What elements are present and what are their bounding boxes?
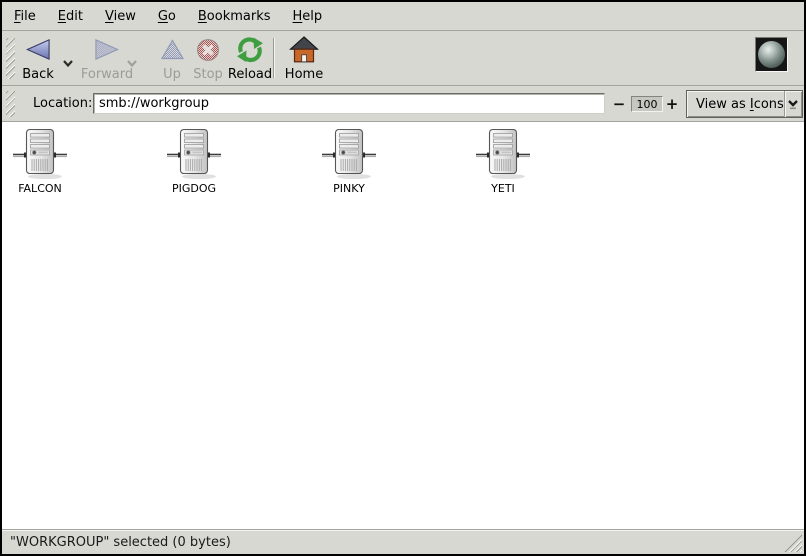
reload-label: Reload (228, 67, 272, 82)
server-icon (166, 128, 222, 180)
home-icon (289, 36, 319, 63)
stop-button[interactable]: Stop (188, 33, 228, 84)
up-button[interactable]: Up (152, 33, 192, 84)
stop-icon (196, 36, 220, 63)
icon-view: FALCON PIGDOG PINKY YETI (2, 122, 804, 529)
back-history-chevron-icon[interactable] (60, 53, 76, 73)
reload-button[interactable]: Reload (226, 33, 274, 84)
back-label: Back (22, 67, 54, 82)
menu-help[interactable]: Help (282, 4, 334, 29)
view-as-label: View as Icons (687, 91, 784, 117)
location-bar: Location: − 100 + View as Icons (2, 86, 804, 122)
toolbar-separator (273, 38, 274, 78)
file-item-pigdog[interactable]: PIGDOG (156, 128, 232, 195)
up-arrow-icon (160, 36, 185, 63)
statusbar: "WORKGROUP" selected (0 bytes) (2, 529, 804, 554)
zoom-out-button[interactable]: − (611, 86, 627, 121)
file-item-yeti[interactable]: YETI (465, 128, 541, 195)
chevron-down-icon (784, 91, 802, 117)
location-bar-drag-handle[interactable] (6, 91, 15, 117)
location-input[interactable] (93, 93, 605, 114)
stop-label: Stop (193, 67, 223, 82)
reload-icon (236, 36, 264, 63)
zoom-in-button[interactable]: + (664, 86, 680, 121)
forward-arrow-icon (94, 36, 120, 63)
file-item-label: YETI (491, 182, 515, 195)
file-item-falcon[interactable]: FALCON (2, 128, 78, 195)
menubar: File Edit View Go Bookmarks Help (2, 2, 804, 31)
server-icon (475, 128, 531, 180)
back-button[interactable]: Back (14, 33, 62, 84)
forward-history-chevron-icon[interactable] (124, 53, 140, 73)
status-text: "WORKGROUP" selected (0 bytes) (10, 535, 231, 550)
menu-file[interactable]: File (3, 4, 47, 29)
menu-view[interactable]: View (94, 4, 147, 29)
view-as-dropdown[interactable]: View as Icons (686, 90, 803, 118)
server-icon (321, 128, 377, 180)
file-item-label: FALCON (18, 182, 62, 195)
file-item-pinky[interactable]: PINKY (311, 128, 387, 195)
resize-grip-icon[interactable] (784, 534, 802, 552)
location-label: Location: (33, 86, 92, 121)
zoom-level-indicator[interactable]: 100 (631, 96, 663, 112)
file-item-label: PIGDOG (172, 182, 216, 195)
up-label: Up (163, 67, 181, 82)
throbber (755, 37, 788, 72)
home-label: Home (285, 67, 323, 82)
throbber-globe-icon (758, 41, 785, 68)
home-button[interactable]: Home (282, 33, 326, 84)
file-manager-window: File Edit View Go Bookmarks Help Back (0, 0, 806, 556)
file-item-label: PINKY (333, 182, 365, 195)
back-arrow-icon (25, 36, 51, 63)
menu-bookmarks[interactable]: Bookmarks (187, 4, 282, 29)
menu-edit[interactable]: Edit (47, 4, 94, 29)
server-icon (12, 128, 68, 180)
menu-go[interactable]: Go (147, 4, 187, 29)
toolbar: Back Forward Up (2, 31, 804, 86)
